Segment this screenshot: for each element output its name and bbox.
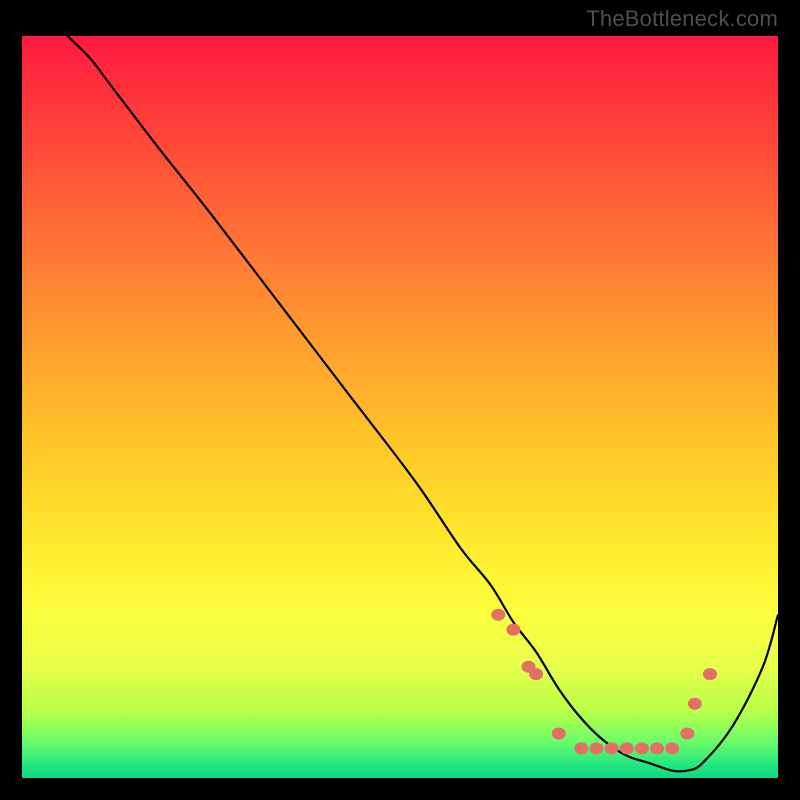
- data-marker: [620, 742, 634, 754]
- data-marker: [650, 742, 664, 754]
- watermark-text: TheBottleneck.com: [586, 6, 778, 32]
- chart-svg: [22, 36, 778, 778]
- data-marker: [665, 742, 679, 754]
- data-marker: [703, 668, 717, 680]
- data-marker: [552, 727, 566, 739]
- data-marker: [529, 668, 543, 680]
- data-marker: [590, 742, 604, 754]
- data-marker: [635, 742, 649, 754]
- bottleneck-curve: [67, 36, 778, 772]
- curve-layer: [67, 36, 778, 772]
- data-marker: [506, 624, 520, 636]
- marker-layer: [491, 609, 717, 755]
- data-marker: [491, 609, 505, 621]
- data-marker: [605, 742, 619, 754]
- data-marker: [574, 742, 588, 754]
- data-marker: [688, 698, 702, 710]
- data-marker: [680, 727, 694, 739]
- plot-area: [22, 36, 778, 778]
